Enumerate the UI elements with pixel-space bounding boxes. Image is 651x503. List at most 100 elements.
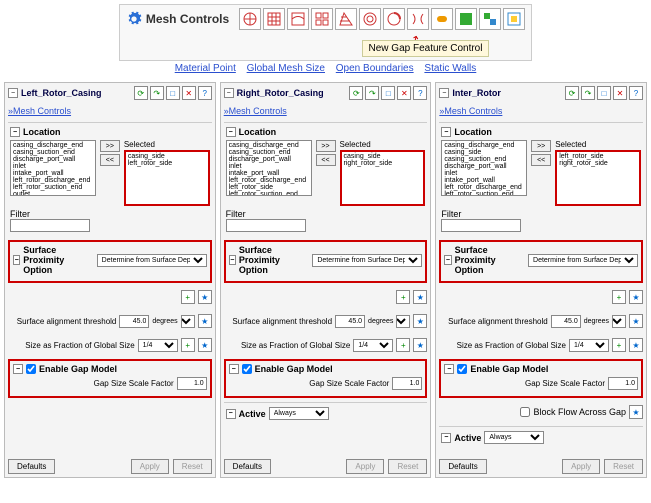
hbtn-1[interactable]: ⟳ xyxy=(349,86,363,100)
sq-icon[interactable]: ★ xyxy=(198,290,212,304)
apply-button[interactable]: Apply xyxy=(131,459,169,474)
expand-icon[interactable]: − xyxy=(441,433,451,443)
link-open-boundaries[interactable]: Open Boundaries xyxy=(336,63,414,74)
spo-select[interactable]: Determine from Surface Depth xyxy=(528,254,638,267)
sfgs-select[interactable]: 1/4 xyxy=(138,339,178,352)
hbtn-4[interactable]: ✕ xyxy=(613,86,627,100)
tb-icon-11[interactable] xyxy=(479,8,501,30)
hbtn-3[interactable]: □ xyxy=(166,86,180,100)
reset-button[interactable]: Reset xyxy=(388,459,427,474)
filter-input[interactable] xyxy=(226,219,306,232)
sq-icon[interactable]: ★ xyxy=(198,314,212,328)
move-left-button[interactable]: << xyxy=(316,154,336,166)
tb-icon-6[interactable] xyxy=(359,8,381,30)
reset-button[interactable]: Reset xyxy=(173,459,212,474)
hbtn-2[interactable]: ↷ xyxy=(365,86,379,100)
tb-icon-gap[interactable]: ↗ xyxy=(407,8,429,30)
hbtn-1[interactable]: ⟳ xyxy=(565,86,579,100)
tb-icon-12[interactable] xyxy=(503,8,525,30)
mesh-controls-link[interactable]: »Mesh Controls xyxy=(439,104,643,118)
spo-select[interactable]: Determine from Surface Depth xyxy=(312,254,422,267)
expand-icon[interactable]: − xyxy=(224,88,234,98)
expand-icon[interactable]: − xyxy=(13,364,23,374)
sat-input[interactable] xyxy=(119,315,149,328)
tb-icon-10[interactable] xyxy=(455,8,477,30)
sq-icon[interactable]: ★ xyxy=(629,290,643,304)
tb-icon-9[interactable] xyxy=(431,8,453,30)
defaults-button[interactable]: Defaults xyxy=(8,459,55,474)
selected-list[interactable]: casing_sideright_rotor_side xyxy=(340,150,426,206)
filter-input[interactable] xyxy=(10,219,90,232)
tb-icon-3[interactable] xyxy=(287,8,309,30)
spo-select[interactable]: Determine from Surface Depth xyxy=(97,254,207,267)
hbtn-3[interactable]: □ xyxy=(597,86,611,100)
tb-icon-1[interactable] xyxy=(239,8,261,30)
sfgs-select[interactable]: 1/4 xyxy=(353,339,393,352)
tb-icon-5[interactable] xyxy=(335,8,357,30)
available-list[interactable]: casing_discharge_endcasing_sidecasing_su… xyxy=(441,140,527,196)
link-material-point[interactable]: Material Point xyxy=(175,63,236,74)
move-right-button[interactable]: >> xyxy=(531,140,551,152)
unit-select[interactable] xyxy=(396,315,410,328)
selected-list[interactable]: left_rotor_sideright_rotor_side xyxy=(555,150,641,206)
expand-icon[interactable]: − xyxy=(13,255,20,265)
expand-icon[interactable]: − xyxy=(229,364,239,374)
selected-list[interactable]: casing_sideleft_rotor_side xyxy=(124,150,210,206)
reset-button[interactable]: Reset xyxy=(604,459,643,474)
hbtn-4[interactable]: ✕ xyxy=(397,86,411,100)
move-right-button[interactable]: >> xyxy=(316,140,336,152)
link-global-mesh-size[interactable]: Global Mesh Size xyxy=(247,63,325,74)
hbtn-1[interactable]: ⟳ xyxy=(134,86,148,100)
move-right-button[interactable]: >> xyxy=(100,140,120,152)
expand-icon[interactable]: − xyxy=(8,88,18,98)
expand-icon[interactable]: − xyxy=(226,127,236,137)
move-left-button[interactable]: << xyxy=(100,154,120,166)
expand-icon[interactable]: − xyxy=(229,255,236,265)
apply-button[interactable]: Apply xyxy=(346,459,384,474)
expand-icon[interactable]: − xyxy=(444,255,451,265)
gssf-input[interactable] xyxy=(392,377,422,390)
sq-icon[interactable]: ★ xyxy=(413,290,427,304)
gssf-input[interactable] xyxy=(177,377,207,390)
move-left-button[interactable]: << xyxy=(531,154,551,166)
expand-icon[interactable]: − xyxy=(441,127,451,137)
sq-icon[interactable]: ★ xyxy=(629,405,643,419)
defaults-button[interactable]: Defaults xyxy=(439,459,486,474)
unit-select[interactable] xyxy=(181,315,195,328)
defaults-button[interactable]: Defaults xyxy=(224,459,271,474)
hbtn-4[interactable]: ✕ xyxy=(182,86,196,100)
hbtn-5[interactable]: ? xyxy=(413,86,427,100)
hbtn-5[interactable]: ? xyxy=(629,86,643,100)
mesh-controls-link[interactable]: »Mesh Controls xyxy=(8,104,212,118)
tb-icon-2[interactable] xyxy=(263,8,285,30)
active-select[interactable]: Always xyxy=(269,407,329,420)
sq-icon[interactable]: ★ xyxy=(629,314,643,328)
mesh-controls-link[interactable]: »Mesh Controls xyxy=(224,104,428,118)
sq-icon[interactable]: + xyxy=(396,290,410,304)
enable-gap-checkbox[interactable]: Enable Gap Model xyxy=(26,364,117,374)
sq-icon[interactable]: + xyxy=(181,338,195,352)
expand-icon[interactable]: − xyxy=(439,88,449,98)
tb-icon-4[interactable] xyxy=(311,8,333,30)
filter-input[interactable] xyxy=(441,219,521,232)
gssf-input[interactable] xyxy=(608,377,638,390)
hbtn-2[interactable]: ↷ xyxy=(581,86,595,100)
available-list[interactable]: casing_discharge_endcasing_suction_enddi… xyxy=(226,140,312,196)
sq-icon[interactable]: + xyxy=(612,290,626,304)
sq-icon[interactable]: + xyxy=(181,290,195,304)
hbtn-3[interactable]: □ xyxy=(381,86,395,100)
expand-icon[interactable]: − xyxy=(444,364,454,374)
available-list[interactable]: casing_discharge_endcasing_suction_enddi… xyxy=(10,140,96,196)
bfag-checkbox[interactable]: Block Flow Across Gap xyxy=(520,407,626,417)
enable-gap-checkbox[interactable]: Enable Gap Model xyxy=(457,364,548,374)
tb-icon-7[interactable] xyxy=(383,8,405,30)
sat-input[interactable] xyxy=(551,315,581,328)
active-select[interactable]: Always xyxy=(484,431,544,444)
enable-gap-checkbox[interactable]: Enable Gap Model xyxy=(242,364,333,374)
sq-icon[interactable]: ★ xyxy=(198,338,212,352)
sq-icon[interactable]: ★ xyxy=(629,338,643,352)
sat-input[interactable] xyxy=(335,315,365,328)
apply-button[interactable]: Apply xyxy=(562,459,600,474)
sfgs-select[interactable]: 1/4 xyxy=(569,339,609,352)
sq-icon[interactable]: + xyxy=(396,338,410,352)
